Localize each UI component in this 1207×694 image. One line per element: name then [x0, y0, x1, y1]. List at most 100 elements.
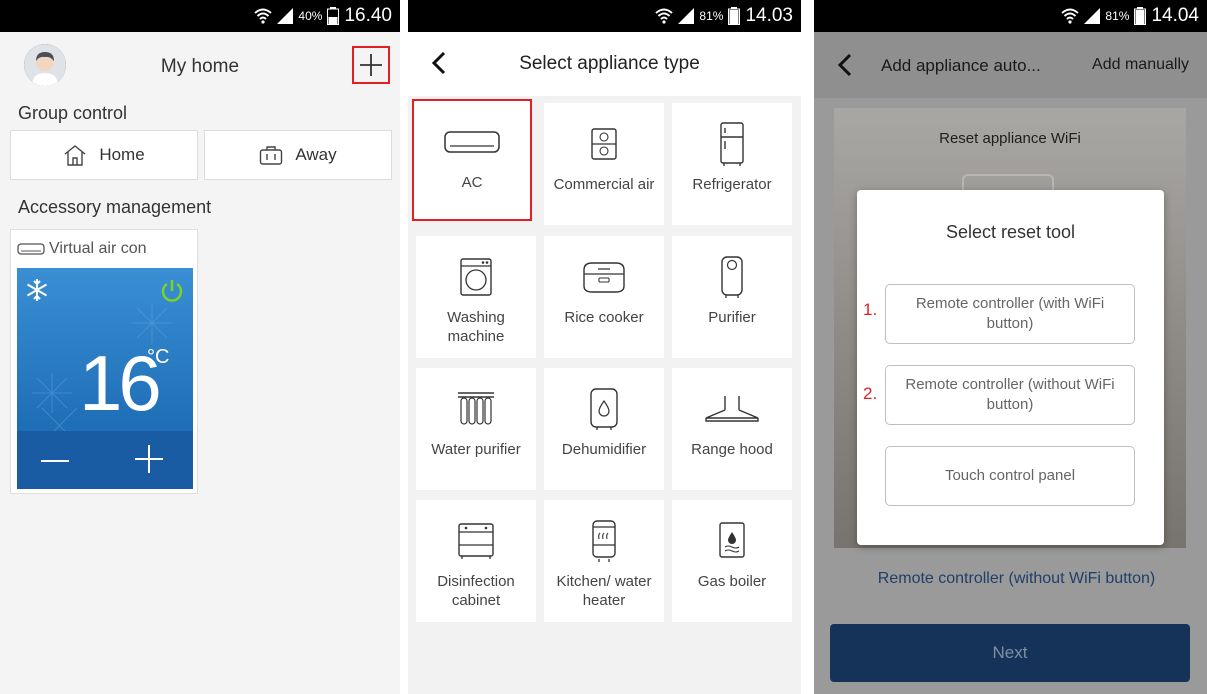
commercial-air-icon: [591, 128, 617, 160]
tile-label: Washing machine: [447, 309, 505, 345]
wifi-icon: [655, 8, 674, 24]
away-mode-label: Away: [295, 145, 337, 164]
add-manually-link[interactable]: Add manually: [1092, 56, 1189, 74]
option-touch-control-panel[interactable]: Touch control panel: [885, 446, 1135, 506]
tile-range-hood[interactable]: Range hood: [672, 368, 792, 490]
home-mode-label: Home: [99, 145, 145, 164]
back-chevron-icon[interactable]: [836, 52, 854, 78]
signal-icon: [1084, 8, 1101, 24]
tile-label: Rice cooker: [564, 309, 644, 326]
home-mode-button[interactable]: Home: [10, 130, 198, 180]
tile-dehumidifier[interactable]: Dehumidifier: [544, 368, 664, 490]
selected-tool-link[interactable]: Remote controller (without WiFi button): [814, 570, 1207, 588]
status-bar: 81% 14.04: [814, 0, 1207, 32]
battery-percent: 40%: [298, 9, 323, 23]
clock: 14.04: [1151, 5, 1199, 26]
illustration-title: Reset appliance WiFi: [939, 130, 1081, 147]
ac-control-tile[interactable]: 16 °C: [17, 268, 193, 489]
washing-machine-icon: [460, 258, 492, 296]
tile-label: Refrigerator: [692, 176, 772, 193]
clock: 14.03: [745, 5, 793, 26]
add-appliance-button[interactable]: [352, 46, 390, 84]
dehumidifier-icon: [590, 388, 618, 430]
tile-label: Kitchen/ water heater: [556, 573, 652, 609]
page-title: Add appliance auto...: [881, 56, 1041, 75]
tile-commercial-air[interactable]: Commercial air: [544, 103, 664, 225]
tile-label: Purifier: [708, 309, 756, 326]
status-bar: 40% 16.40: [0, 0, 400, 32]
power-icon[interactable]: [159, 278, 185, 304]
reset-tool-dialog: Select reset tool 1. Remote controller (…: [857, 190, 1164, 545]
home-icon: [64, 145, 86, 166]
plus-icon: [360, 54, 382, 76]
suitcase-icon: [260, 146, 283, 165]
step-number: 2.: [863, 384, 878, 403]
range-hood-icon: [705, 396, 759, 422]
signal-icon: [277, 8, 294, 24]
tile-label: Gas boiler: [697, 573, 767, 590]
disinfection-cabinet-icon: [458, 523, 494, 559]
temperature-unit: °C: [147, 346, 170, 368]
header: My home: [0, 32, 400, 96]
tile-purifier[interactable]: Purifier: [672, 236, 792, 358]
accessory-management-label: Accessory management: [18, 197, 212, 217]
tile-ac[interactable]: AC: [412, 99, 532, 221]
accessory-title: Virtual air con: [17, 240, 147, 258]
ac-icon: [444, 131, 500, 153]
tile-label: AC: [461, 174, 483, 191]
accessory-card[interactable]: Virtual air con 16 °C: [10, 229, 198, 494]
dialog-title: Select reset tool: [945, 222, 1076, 242]
option-label: Remote controller (without WiFi button): [905, 376, 1115, 413]
option-remote-without-wifi[interactable]: Remote controller (without WiFi button): [885, 365, 1135, 425]
water-purifier-icon: [458, 392, 494, 425]
group-control-label: Group control: [18, 103, 128, 123]
select-appliance-screen: 81% 14.03 Select appliance type AC Comme…: [408, 0, 801, 694]
tile-refrigerator[interactable]: Refrigerator: [672, 103, 792, 225]
option-label: Remote controller (with WiFi button): [915, 295, 1105, 332]
add-appliance-screen: 81% 14.04 Add appliance auto... Add manu…: [814, 0, 1207, 694]
battery-icon: [327, 7, 340, 25]
rice-cooker-icon: [583, 262, 625, 293]
tile-label: Commercial air: [553, 176, 655, 193]
refrigerator-icon: [720, 122, 744, 166]
tile-kitchen-water-heater[interactable]: Kitchen/ water heater: [544, 500, 664, 622]
header: Add appliance auto... Add manually: [814, 32, 1207, 98]
option-label: Touch control panel: [944, 467, 1076, 484]
battery-percent: 81%: [699, 9, 724, 23]
accessory-name: Virtual air con: [49, 240, 147, 257]
tile-gas-boiler[interactable]: Gas boiler: [672, 500, 792, 622]
next-label: Next: [992, 643, 1028, 662]
status-bar: 81% 14.03: [408, 0, 801, 32]
option-remote-with-wifi[interactable]: Remote controller (with WiFi button): [885, 284, 1135, 344]
purifier-icon: [721, 256, 743, 298]
wifi-icon: [1061, 8, 1080, 24]
battery-icon: [728, 7, 741, 25]
step-number: 1.: [863, 300, 878, 319]
wifi-icon: [254, 8, 273, 24]
gas-boiler-icon: [719, 522, 745, 558]
tile-label: Dehumidifier: [561, 441, 647, 458]
battery-percent: 81%: [1105, 9, 1130, 23]
temp-controls: [17, 431, 193, 489]
page-title: Select appliance type: [519, 53, 700, 74]
signal-icon: [678, 8, 695, 24]
clock: 16.40: [344, 5, 392, 26]
tile-label: Water purifier: [431, 441, 521, 458]
tile-rice-cooker[interactable]: Rice cooker: [544, 236, 664, 358]
ac-icon: [17, 243, 45, 255]
away-mode-button[interactable]: Away: [204, 130, 392, 180]
next-button[interactable]: Next: [830, 624, 1190, 682]
kitchen-water-heater-icon: [592, 520, 616, 562]
temperature-value: 16: [79, 339, 162, 427]
plus-icon[interactable]: [133, 443, 165, 475]
battery-icon: [1134, 7, 1147, 25]
minus-icon[interactable]: [39, 449, 71, 473]
tile-washing-machine[interactable]: Washing machine: [416, 236, 536, 358]
snowflake-mode-icon[interactable]: [25, 278, 49, 302]
header: Select appliance type: [408, 32, 801, 96]
tile-label: Disinfection cabinet: [437, 573, 515, 609]
tile-water-purifier[interactable]: Water purifier: [416, 368, 536, 490]
tile-label: Range hood: [691, 441, 773, 458]
tile-disinfection-cabinet[interactable]: Disinfection cabinet: [416, 500, 536, 622]
my-home-screen: 40% 16.40 My home Group control Home Awa…: [0, 0, 400, 694]
